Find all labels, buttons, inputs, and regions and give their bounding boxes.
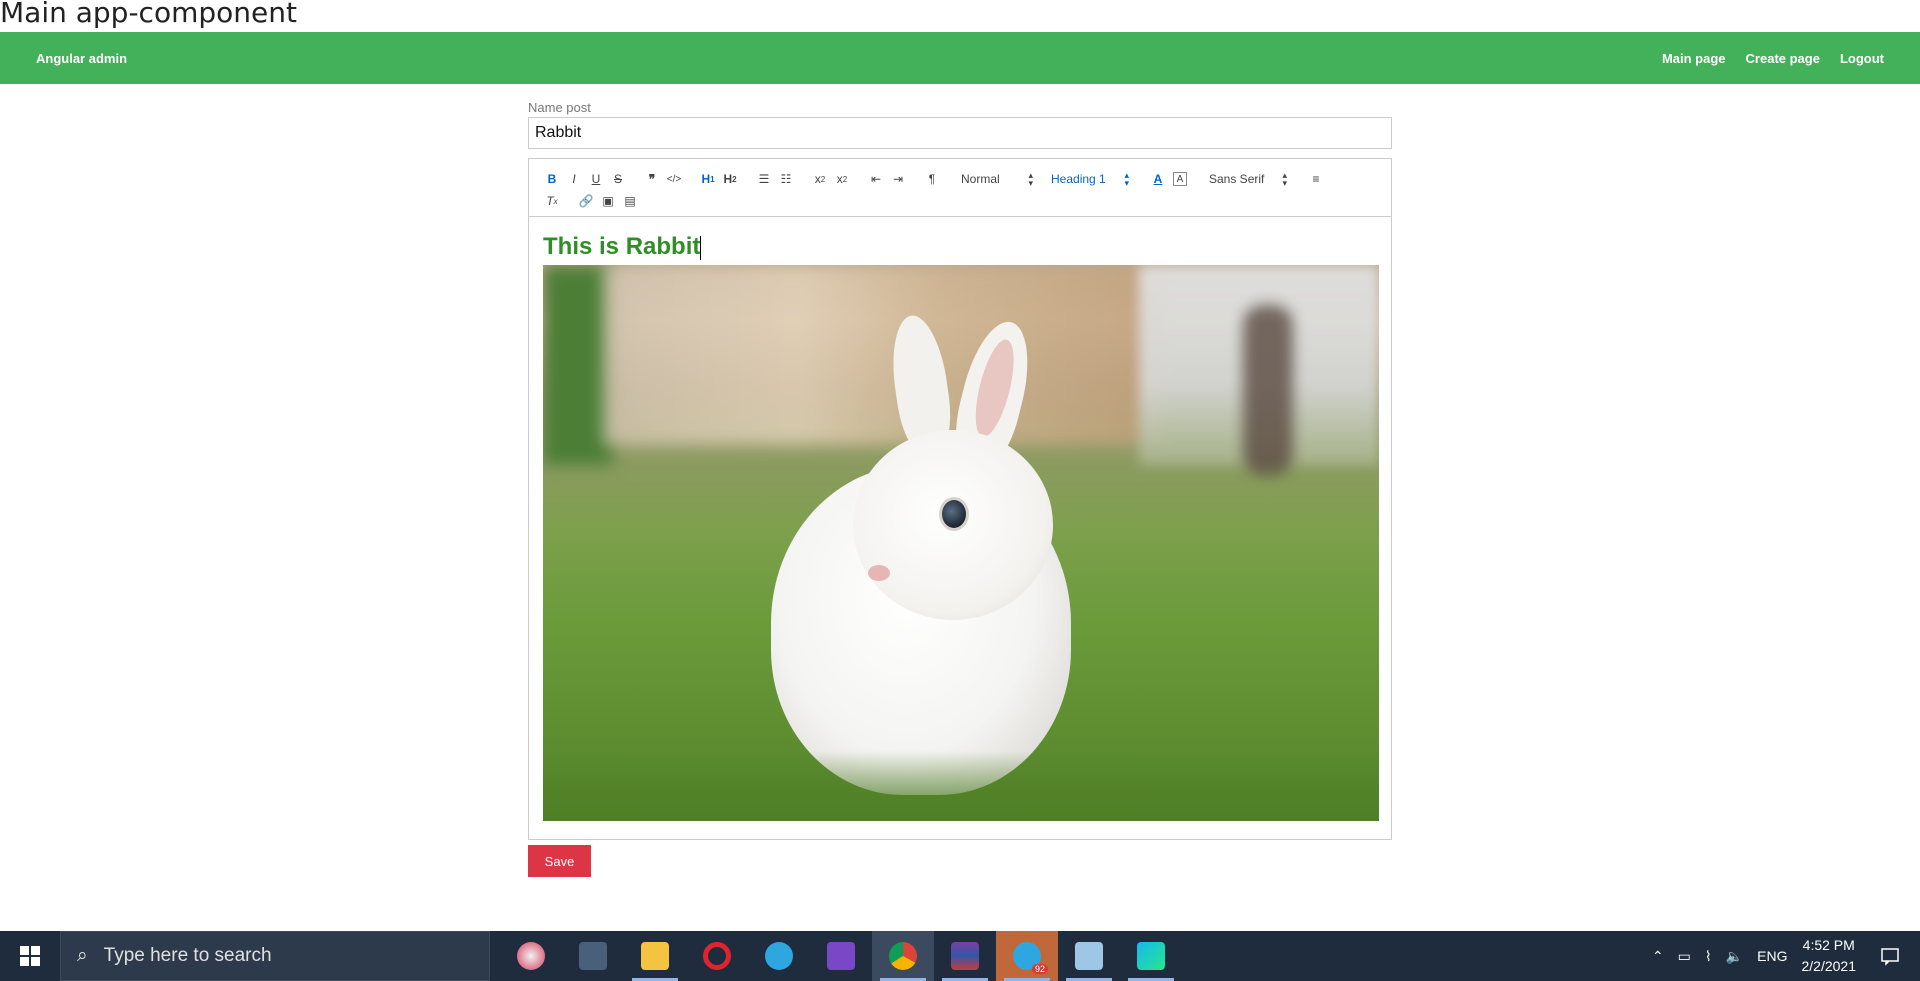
chevron-updown-icon: ▴ ▾ bbox=[1282, 170, 1287, 188]
size-select-value: Normal bbox=[961, 172, 1000, 186]
clock-time: 4:52 PM bbox=[1802, 937, 1855, 953]
strike-icon[interactable]: S bbox=[607, 168, 629, 190]
background-icon[interactable]: A bbox=[1173, 172, 1187, 186]
link-icon[interactable]: 🔗 bbox=[575, 190, 597, 212]
header2-icon[interactable]: H2 bbox=[719, 168, 741, 190]
clock-date: 2/2/2021 bbox=[1801, 958, 1857, 974]
header1-icon[interactable]: H1 bbox=[697, 168, 719, 190]
code-block-icon[interactable]: </> bbox=[663, 168, 685, 190]
nav-link-create-page[interactable]: Create page bbox=[1746, 51, 1820, 66]
chevron-updown-icon: ▴ ▾ bbox=[1124, 170, 1129, 188]
clock[interactable]: 4:52 PM 2/2/2021 bbox=[1802, 935, 1857, 977]
search-icon: ⌕ bbox=[77, 945, 88, 966]
indent-icon[interactable]: ⇥ bbox=[887, 168, 909, 190]
language-indicator[interactable]: ENG bbox=[1757, 948, 1787, 964]
file-explorer-icon[interactable] bbox=[624, 931, 686, 981]
video-icon[interactable]: ▤ bbox=[619, 190, 641, 212]
brand-link[interactable]: Angular admin bbox=[36, 51, 127, 66]
text-caret bbox=[700, 235, 702, 260]
editor-toolbar: B I U S ❞ </> H1 H2 ☰ ☷ x2 x2 ⇤ ⇥ ¶ Norm… bbox=[529, 159, 1391, 217]
windows-start-icon[interactable] bbox=[0, 931, 60, 981]
visual-studio-icon[interactable] bbox=[810, 931, 872, 981]
winrar-icon[interactable] bbox=[934, 931, 996, 981]
header-select[interactable]: Heading 1 ▴ ▾ bbox=[1045, 168, 1135, 190]
font-select-value: Sans Serif bbox=[1209, 172, 1265, 186]
blockquote-icon[interactable]: ❞ bbox=[641, 168, 663, 190]
page-title: Main app-component bbox=[0, 0, 297, 29]
chevron-up-icon[interactable]: ⌃ bbox=[1652, 948, 1664, 965]
nav-links: Main page Create page Logout bbox=[1662, 51, 1884, 66]
battery-icon[interactable]: ▭ bbox=[1678, 948, 1691, 965]
pinned-apps: 92 bbox=[500, 931, 1182, 981]
outdent-icon[interactable]: ⇤ bbox=[865, 168, 887, 190]
telegram-desktop-icon[interactable]: 92 bbox=[996, 931, 1058, 981]
opera-icon[interactable] bbox=[686, 931, 748, 981]
text-direction-icon[interactable]: ¶ bbox=[921, 168, 943, 190]
underline-icon[interactable]: U bbox=[585, 168, 607, 190]
nav-link-logout[interactable]: Logout bbox=[1840, 51, 1884, 66]
webstorm-icon[interactable] bbox=[1120, 931, 1182, 981]
chevron-updown-icon: ▴ ▾ bbox=[1028, 170, 1033, 188]
taskbar-search-box[interactable]: ⌕ Type here to search bbox=[60, 931, 490, 981]
system-tray: ⌃ ▭ ⌇ 🔈 ENG 4:52 PM 2/2/2021 bbox=[1652, 931, 1920, 981]
ordered-list-icon[interactable]: ☰ bbox=[753, 168, 775, 190]
image-icon[interactable]: ▣ bbox=[597, 190, 619, 212]
chrome-icon[interactable] bbox=[872, 931, 934, 981]
top-navbar: Angular admin Main page Create page Logo… bbox=[0, 32, 1920, 84]
size-select[interactable]: Normal ▴ ▾ bbox=[955, 168, 1039, 190]
align-icon[interactable]: ≡ bbox=[1305, 168, 1327, 190]
telegram-icon[interactable] bbox=[748, 931, 810, 981]
windows-taskbar: ⌕ Type here to search 92 ⌃ ▭ ⌇ 🔈 ENG 4:5… bbox=[0, 931, 1920, 981]
clean-icon[interactable]: Tx bbox=[541, 190, 563, 212]
notepad-icon[interactable] bbox=[1058, 931, 1120, 981]
volume-icon[interactable]: 🔈 bbox=[1726, 948, 1743, 965]
save-button[interactable]: Save bbox=[528, 845, 591, 877]
name-post-label: Name post bbox=[528, 100, 591, 115]
subscript-icon[interactable]: x2 bbox=[809, 168, 831, 190]
calculator-icon[interactable] bbox=[562, 931, 624, 981]
bullet-list-icon[interactable]: ☷ bbox=[775, 168, 797, 190]
font-select[interactable]: Sans Serif ▴ ▾ bbox=[1203, 168, 1293, 190]
content-heading-text: This is Rabbit bbox=[543, 233, 701, 260]
telegram-badge: 92 bbox=[1031, 964, 1048, 974]
italic-icon[interactable]: I bbox=[563, 168, 585, 190]
content-heading: This is Rabbit bbox=[543, 229, 1377, 265]
nav-link-main-page[interactable]: Main page bbox=[1662, 51, 1726, 66]
search-placeholder: Type here to search bbox=[103, 945, 272, 966]
post-form: Name post B I U S ❞ </> H1 H2 ☰ ☷ x2 x2 bbox=[528, 98, 1392, 840]
header-select-value: Heading 1 bbox=[1051, 172, 1106, 186]
superscript-icon[interactable]: x2 bbox=[831, 168, 853, 190]
paint-icon[interactable] bbox=[500, 931, 562, 981]
wifi-icon[interactable]: ⌇ bbox=[1705, 948, 1712, 965]
rich-text-editor: B I U S ❞ </> H1 H2 ☰ ☷ x2 x2 ⇤ ⇥ ¶ Norm… bbox=[528, 158, 1392, 840]
bold-icon[interactable]: B bbox=[541, 168, 563, 190]
editor-content[interactable]: This is Rabbit bbox=[529, 217, 1391, 839]
notification-icon[interactable] bbox=[1870, 931, 1910, 981]
color-icon[interactable]: A bbox=[1147, 168, 1169, 190]
rabbit-photo bbox=[543, 265, 1379, 821]
name-post-input[interactable] bbox=[528, 117, 1392, 149]
